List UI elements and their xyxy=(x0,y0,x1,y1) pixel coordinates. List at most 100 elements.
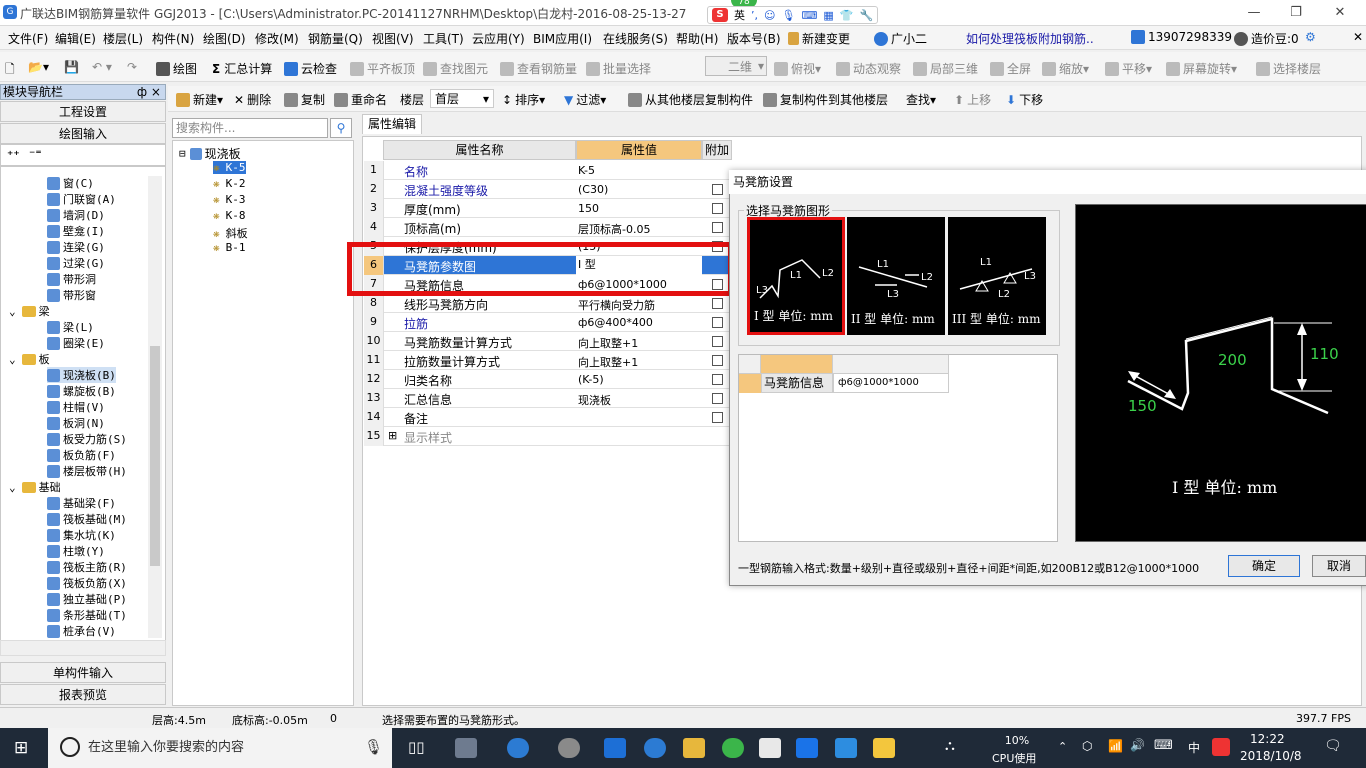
property-value[interactable]: I 型 xyxy=(576,256,702,275)
extra-checkbox[interactable] xyxy=(712,317,723,328)
notes-app-icon[interactable] xyxy=(873,738,895,758)
expand-icon[interactable]: ⌄ xyxy=(9,305,16,318)
menu-modify[interactable]: 修改(M) xyxy=(255,30,299,47)
extra-checkbox[interactable] xyxy=(712,336,723,347)
nav-item[interactable]: 板受力筋(S) xyxy=(47,431,127,447)
ggj-app-icon[interactable] xyxy=(835,738,857,758)
close-button[interactable]: ✕ xyxy=(1320,2,1360,24)
property-row[interactable]: 15 显示样式 ⊞ xyxy=(364,427,732,446)
new-component-button[interactable]: 新建 ▾ xyxy=(176,91,223,108)
tray-app-icon[interactable]: ⬡ xyxy=(1082,739,1092,753)
property-row[interactable]: 13 汇总信息 现浇板 xyxy=(364,389,732,408)
pin-close-icon[interactable]: ф × xyxy=(137,85,161,99)
copy-button[interactable]: 复制 xyxy=(284,91,325,108)
extra-checkbox[interactable] xyxy=(712,184,723,195)
property-row[interactable]: 12 归类名称 (K-5) xyxy=(364,370,732,389)
select-floor-button[interactable]: 选择楼层 xyxy=(1256,60,1321,77)
sogou-tray-icon[interactable] xyxy=(1212,738,1230,756)
network-icon[interactable]: 📶 xyxy=(1108,739,1123,753)
ok-button[interactable]: 确定 xyxy=(1228,555,1300,577)
task-view-icon[interactable]: ▯▯ xyxy=(408,738,425,756)
search-icon[interactable]: ⚲ xyxy=(330,118,352,138)
expand-icon[interactable]: ⌄ xyxy=(9,353,16,366)
ie-icon[interactable] xyxy=(644,738,666,758)
tree-root[interactable]: ⊟ 现浇板 xyxy=(179,145,241,162)
tree-item[interactable]: ❋ 斜板 xyxy=(213,225,248,241)
clock-date[interactable]: 2018/10/8 xyxy=(1240,749,1302,763)
property-value[interactable]: 现浇板 xyxy=(578,392,611,408)
nav-category[interactable]: ⌄ 板 xyxy=(9,351,50,367)
file-explorer-icon[interactable] xyxy=(683,738,705,758)
extra-checkbox[interactable] xyxy=(712,222,723,233)
nav-item[interactable]: 板洞(N) xyxy=(47,415,105,431)
notification-icon[interactable]: 🗨 xyxy=(1324,738,1342,754)
shirt-icon[interactable]: 👕 xyxy=(840,9,854,22)
redo-icon[interactable]: ↷ xyxy=(127,60,137,74)
nav-item[interactable]: 柱帽(V) xyxy=(47,399,105,415)
nav-item[interactable]: 螺旋板(B) xyxy=(47,383,116,399)
property-row[interactable]: 8 线形马凳筋方向 平行横向受力筋 xyxy=(364,294,732,313)
screen-rotate-button[interactable]: 屏幕旋转 ▾ xyxy=(1166,60,1237,77)
nav-item[interactable]: 墙洞(D) xyxy=(47,207,105,223)
undo-icon[interactable]: ↶ ▾ xyxy=(92,60,112,74)
nav-item[interactable]: 桩承台(V) xyxy=(47,623,116,639)
nav-item[interactable]: 现浇板(B) xyxy=(47,367,116,383)
nav-item[interactable]: 条形基础(T) xyxy=(47,607,127,623)
property-row[interactable]: 10 马凳筋数量计算方式 向上取整+1 xyxy=(364,332,732,351)
nav-item[interactable]: 门联窗(A) xyxy=(47,191,116,207)
punct-icon[interactable]: ’, xyxy=(751,9,758,22)
property-value[interactable]: 平行横向受力筋 xyxy=(578,297,655,313)
ime-toolbar[interactable]: S 英 ’, ☺ 🎙 ⌨ ▦ 👕 🔧 xyxy=(707,6,879,24)
wrench-icon[interactable]: 🔧 xyxy=(859,9,873,22)
summary-calc-button[interactable]: Σ 汇总计算 xyxy=(212,60,272,77)
nav-item[interactable]: 连梁(G) xyxy=(47,239,105,255)
zoom-button[interactable]: 缩放 ▾ xyxy=(1042,60,1089,77)
menu-tools[interactable]: 工具(T) xyxy=(423,30,464,47)
menu-version[interactable]: 版本号(B) xyxy=(727,30,781,47)
cloud-check-button[interactable]: 云检查 xyxy=(284,60,337,77)
edge-browser-icon[interactable] xyxy=(604,738,626,758)
floor-select[interactable]: 首层 ▾ xyxy=(430,89,494,108)
expand-icon[interactable]: ⌄ xyxy=(9,481,16,494)
property-value[interactable]: 150 xyxy=(578,202,599,215)
menu-component[interactable]: 构件(N) xyxy=(152,30,194,47)
nav-item[interactable]: 筏板基础(M) xyxy=(47,511,127,527)
find-button[interactable]: 查找 ▾ xyxy=(906,91,936,108)
extra-checkbox[interactable] xyxy=(712,298,723,309)
volume-icon[interactable]: 🔊 xyxy=(1130,738,1145,752)
keyboard-icon[interactable]: ⌨ xyxy=(801,9,817,22)
swirl-app-icon[interactable] xyxy=(558,738,580,758)
cost-beans[interactable]: 造价豆:0 xyxy=(1234,30,1299,47)
single-component-input-button[interactable]: 单构件输入 xyxy=(0,662,166,683)
property-row[interactable]: 2 混凝土强度等级 (C30) xyxy=(364,180,732,199)
help-tip-link[interactable]: 如何处理筏板附加钢筋.. xyxy=(966,30,1094,47)
sort-button[interactable]: ↕ 排序 ▾ xyxy=(502,91,545,108)
property-value[interactable]: (C30) xyxy=(578,183,608,196)
people-icon[interactable]: ⛬ xyxy=(945,738,955,754)
nav-scrollbar[interactable] xyxy=(148,176,162,638)
extra-checkbox[interactable] xyxy=(712,203,723,214)
component-search-input[interactable]: 搜索构件... xyxy=(172,118,328,138)
copy-from-floor-button[interactable]: 从其他楼层复制构件 xyxy=(628,91,753,108)
menu-floor[interactable]: 楼层(L) xyxy=(103,30,143,47)
tree-item[interactable]: ❋ K-3 xyxy=(213,193,246,206)
nav-item[interactable]: 板负筋(F) xyxy=(47,447,116,463)
nav-scroll-thumb[interactable] xyxy=(150,346,160,566)
view-mode-select[interactable]: 二维 ▾ xyxy=(705,56,767,76)
nav-item[interactable]: 柱墩(Y) xyxy=(47,543,105,559)
menu-view[interactable]: 视图(V) xyxy=(372,30,414,47)
extra-checkbox[interactable] xyxy=(712,355,723,366)
tree-item[interactable]: ❋ B-1 xyxy=(213,241,246,254)
cortana-icon[interactable] xyxy=(60,737,80,757)
delete-button[interactable]: ✕ 删除 xyxy=(234,91,271,108)
nav-item[interactable]: 基础梁(F) xyxy=(47,495,116,511)
tree-item[interactable]: ❋ K-2 xyxy=(213,177,246,190)
property-row[interactable]: 11 拉筋数量计算方式 向上取整+1 xyxy=(364,351,732,370)
extra-checkbox[interactable] xyxy=(712,374,723,385)
view-rebar-qty-button[interactable]: 查看钢筋量 xyxy=(500,60,577,77)
extra-checkbox[interactable] xyxy=(712,412,723,423)
user-account[interactable]: 13907298339 xyxy=(1131,30,1232,44)
property-value[interactable]: 向上取整+1 xyxy=(578,354,638,370)
nav-item[interactable]: 带形洞 xyxy=(47,271,96,287)
drawing-input-button[interactable]: 绘图输入 xyxy=(0,123,166,144)
